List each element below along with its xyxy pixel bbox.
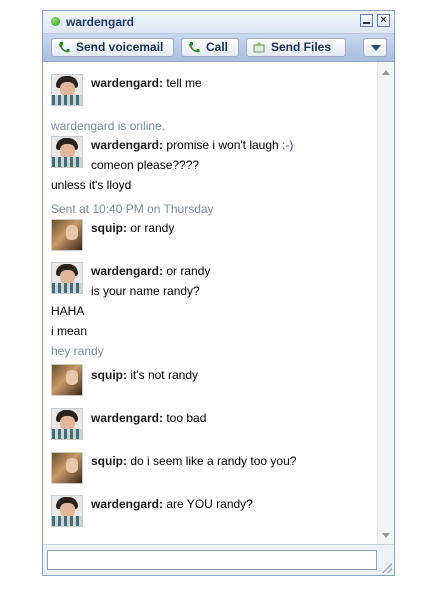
avatar-wardengard: [51, 408, 83, 440]
minimize-button[interactable]: [360, 14, 373, 27]
message: wardengard: too bad: [91, 411, 206, 425]
message-text: is your name randy?: [91, 284, 200, 298]
message-text: i mean: [51, 324, 88, 338]
chevron-down-icon: [371, 45, 381, 51]
message-input[interactable]: [47, 550, 377, 570]
message: wardengard: are YOU randy?: [91, 497, 253, 511]
scroll-up-icon[interactable]: [382, 70, 390, 75]
send-files-label: Send Files: [271, 40, 332, 54]
sender-name: wardengard:: [91, 264, 164, 278]
chat-transcript: wardengard: tell me wardengard is online…: [43, 62, 378, 546]
chat-window: wardengard × Send voicemail Call Send Fi…: [42, 10, 395, 576]
avatar-wardengard: [51, 495, 83, 527]
scroll-down-icon[interactable]: [382, 533, 390, 538]
chat-scrollbar[interactable]: [377, 62, 394, 546]
sender-name: squip:: [91, 454, 127, 468]
message-text: HAHA: [51, 304, 85, 318]
avatar-wardengard: [51, 262, 83, 294]
message: squip: it's not randy: [91, 368, 198, 382]
status-line: wardengard is online.: [51, 119, 166, 133]
message: squip: or randy: [91, 221, 174, 235]
emoticon: :-): [282, 138, 294, 152]
sender-name: wardengard:: [91, 497, 164, 511]
phone-icon: [59, 42, 70, 53]
sender-name: wardengard:: [91, 411, 164, 425]
sender-name: wardengard:: [91, 76, 164, 90]
file-transfer-icon: [253, 42, 265, 53]
close-button[interactable]: ×: [377, 14, 390, 27]
online-status-icon: [51, 17, 60, 26]
toolbar: Send voicemail Call Send Files: [43, 34, 394, 62]
sender-name: wardengard:: [91, 138, 164, 152]
message-text: tell me: [163, 76, 202, 90]
avatar-wardengard: [51, 74, 83, 106]
message-text: or randy: [127, 221, 175, 235]
avatar-squip: [51, 364, 83, 396]
message: squip: do i seem like a randy too you?: [91, 454, 296, 468]
avatar-squip: [51, 452, 83, 484]
avatar-wardengard: [51, 136, 83, 168]
avatar-squip: [51, 219, 83, 251]
more-options-button[interactable]: [363, 38, 387, 57]
message-text: or randy: [163, 264, 211, 278]
timestamp-line: Sent at 10:40 PM on Thursday: [51, 202, 214, 216]
message: wardengard: or randy: [91, 264, 210, 278]
message-text: promise i won't laugh: [163, 138, 283, 152]
window-title: wardengard: [66, 15, 135, 29]
message-text: comeon please????: [91, 158, 200, 172]
send-files-button[interactable]: Send Files: [246, 38, 346, 57]
message-text: are YOU randy?: [163, 497, 253, 511]
compose-area: [43, 544, 394, 575]
call-label: Call: [206, 40, 229, 54]
title-bar[interactable]: wardengard ×: [43, 11, 394, 34]
message-text: too bad: [163, 411, 207, 425]
message-text: unless it's lloyd: [51, 178, 132, 192]
call-button[interactable]: Call: [181, 38, 239, 57]
message-text: it's not randy: [127, 368, 198, 382]
message-text: hey randy: [51, 344, 104, 358]
sender-name: squip:: [91, 368, 127, 382]
message: wardengard: tell me: [91, 76, 202, 90]
phone-icon: [189, 42, 200, 53]
message: wardengard: promise i won't laugh :-): [91, 138, 293, 152]
send-voicemail-label: Send voicemail: [76, 40, 164, 54]
sender-name: squip:: [91, 221, 127, 235]
message-text: do i seem like a randy too you?: [127, 454, 297, 468]
resize-grip-icon[interactable]: [382, 563, 392, 573]
send-voicemail-button[interactable]: Send voicemail: [51, 38, 174, 57]
